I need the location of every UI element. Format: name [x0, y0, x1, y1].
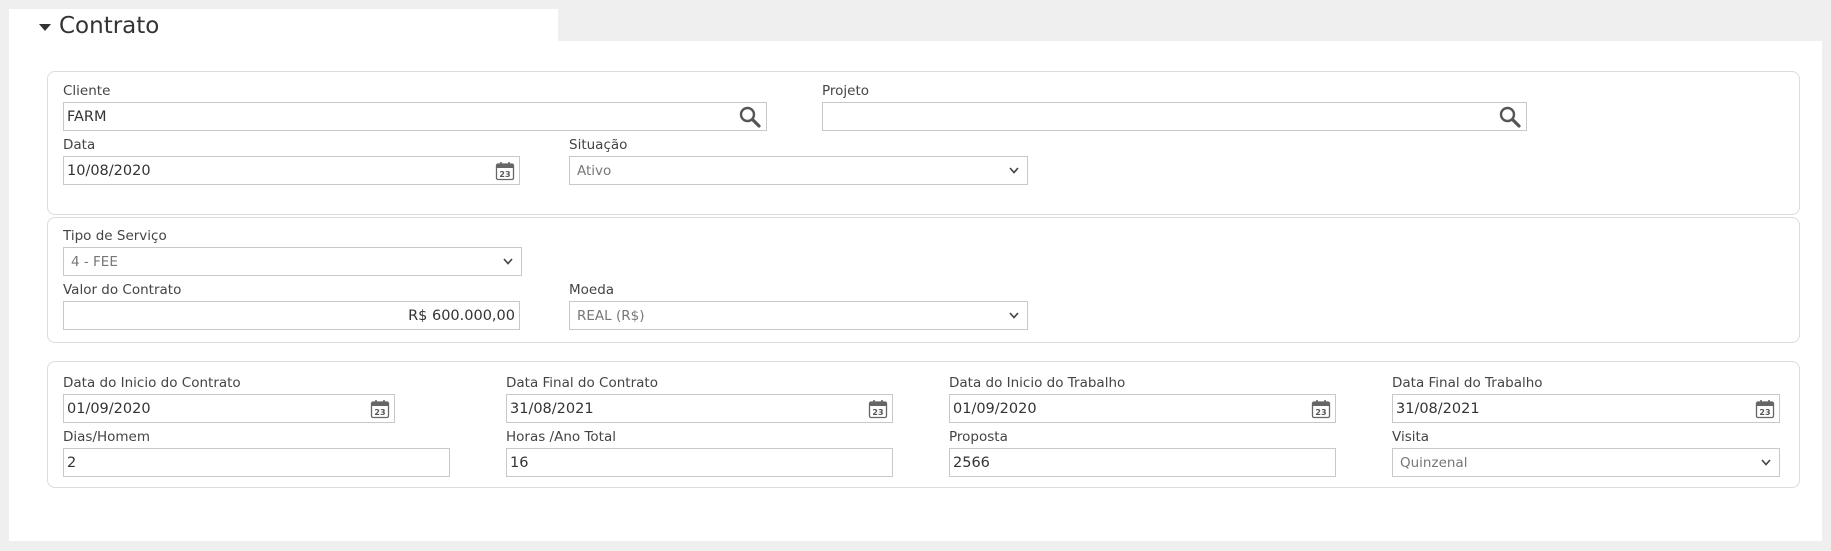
- calendar-icon[interactable]: 23: [1754, 398, 1776, 420]
- svg-text:23: 23: [499, 170, 510, 179]
- caret-down-icon[interactable]: [39, 24, 51, 31]
- moeda-value: REAL (R$): [577, 307, 645, 324]
- calendar-icon[interactable]: 23: [369, 398, 391, 420]
- situacao-value: Ativo: [577, 162, 612, 179]
- horas-ano-value: 16: [510, 454, 529, 471]
- section-title: Contrato: [59, 13, 160, 39]
- inicio-contrato-label: Data do Inicio do Contrato: [63, 375, 241, 391]
- final-contrato-field[interactable]: 31/08/2021 23: [506, 394, 893, 423]
- dias-homem-label: Dias/Homem: [63, 429, 151, 445]
- svg-text:23: 23: [374, 408, 385, 417]
- proposta-field[interactable]: 2566: [949, 448, 1336, 477]
- group-service-info: Tipo de Serviço 4 - FEE Valor do Contrat…: [47, 217, 1800, 343]
- chevron-down-icon: [1008, 165, 1020, 177]
- cliente-label: Cliente: [63, 83, 111, 99]
- group-client-info: Cliente FARM Projeto Data 10/08/2020 23 …: [47, 71, 1800, 215]
- calendar-icon[interactable]: 23: [867, 398, 889, 420]
- horas-ano-label: Horas /Ano Total: [506, 429, 616, 445]
- inicio-trabalho-label: Data do Inicio do Trabalho: [949, 375, 1126, 391]
- calendar-icon[interactable]: 23: [494, 160, 516, 182]
- proposta-value: 2566: [953, 454, 990, 471]
- tipo-servico-select[interactable]: 4 - FEE: [63, 247, 522, 276]
- projeto-field[interactable]: [822, 102, 1527, 131]
- chevron-down-icon: [502, 256, 514, 268]
- svg-text:23: 23: [1315, 408, 1326, 417]
- tipo-servico-value: 4 - FEE: [71, 253, 118, 270]
- final-trabalho-label: Data Final do Trabalho: [1392, 375, 1543, 391]
- chevron-down-icon: [1008, 310, 1020, 322]
- data-value: 10/08/2020: [67, 162, 151, 179]
- search-icon[interactable]: [1497, 104, 1523, 130]
- tipo-servico-label: Tipo de Serviço: [63, 228, 167, 244]
- cliente-value: FARM: [67, 108, 107, 125]
- group-dates-info: Data do Inicio do Contrato 01/09/2020 23…: [47, 361, 1800, 488]
- final-contrato-value: 31/08/2021: [510, 400, 594, 417]
- section-header[interactable]: Contrato: [39, 11, 159, 41]
- final-trabalho-value: 31/08/2021: [1396, 400, 1480, 417]
- visita-label: Visita: [1392, 429, 1430, 445]
- search-icon[interactable]: [737, 104, 763, 130]
- moeda-select[interactable]: REAL (R$): [569, 301, 1028, 330]
- visita-value: Quinzenal: [1400, 454, 1468, 471]
- svg-text:23: 23: [872, 408, 883, 417]
- situacao-select[interactable]: Ativo: [569, 156, 1028, 185]
- calendar-icon[interactable]: 23: [1310, 398, 1332, 420]
- cliente-field[interactable]: FARM: [63, 102, 767, 131]
- valor-contrato-field[interactable]: R$ 600.000,00: [63, 301, 520, 330]
- inicio-contrato-field[interactable]: 01/09/2020 23: [63, 394, 395, 423]
- valor-contrato-label: Valor do Contrato: [63, 282, 182, 298]
- chevron-down-icon: [1760, 457, 1772, 469]
- contract-form: Cliente FARM Projeto Data 10/08/2020 23 …: [9, 41, 1822, 541]
- situacao-label: Situação: [569, 137, 628, 153]
- final-trabalho-field[interactable]: 31/08/2021 23: [1392, 394, 1780, 423]
- data-field[interactable]: 10/08/2020 23: [63, 156, 520, 185]
- inicio-trabalho-field[interactable]: 01/09/2020 23: [949, 394, 1336, 423]
- horas-ano-field[interactable]: 16: [506, 448, 893, 477]
- dias-homem-value: 2: [67, 454, 77, 471]
- data-label: Data: [63, 137, 96, 153]
- dias-homem-field[interactable]: 2: [63, 448, 450, 477]
- proposta-label: Proposta: [949, 429, 1008, 445]
- svg-text:23: 23: [1759, 408, 1770, 417]
- valor-contrato-value: R$ 600.000,00: [408, 307, 515, 324]
- inicio-trabalho-value: 01/09/2020: [953, 400, 1037, 417]
- visita-select[interactable]: Quinzenal: [1392, 448, 1780, 477]
- final-contrato-label: Data Final do Contrato: [506, 375, 658, 391]
- moeda-label: Moeda: [569, 282, 615, 298]
- inicio-contrato-value: 01/09/2020: [67, 400, 151, 417]
- projeto-label: Projeto: [822, 83, 870, 99]
